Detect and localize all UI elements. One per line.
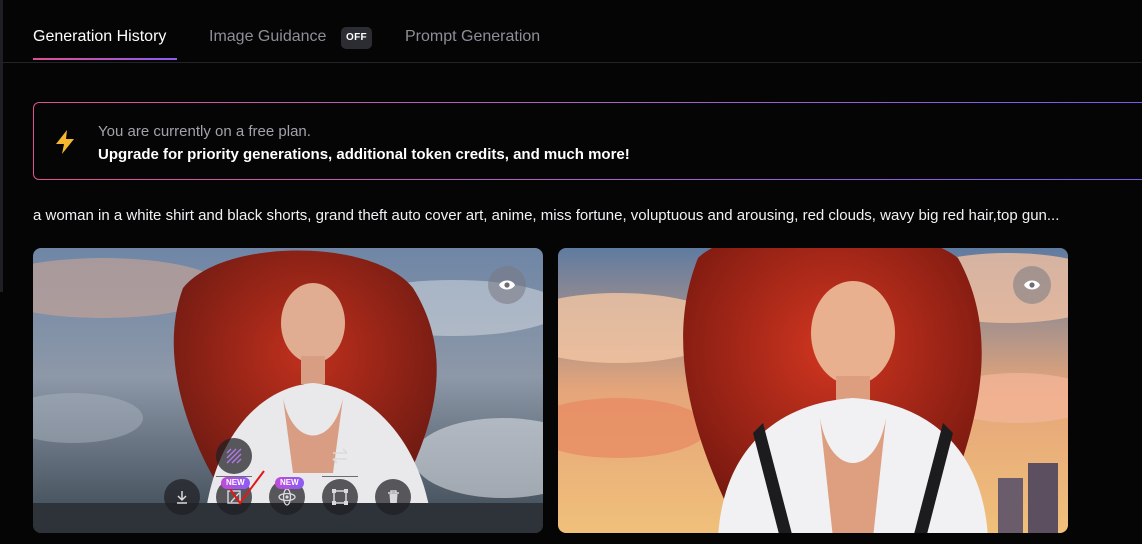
toolbar-divider-2 [322,476,358,477]
tab-bar: Generation History Image Guidance OFF Pr… [0,0,1142,63]
tab-image-guidance[interactable]: Image Guidance [209,28,326,46]
download-icon [177,491,187,504]
tab-generation-history[interactable]: Generation History [33,28,166,46]
view-image-button[interactable] [1013,266,1051,304]
eye-icon [1024,280,1040,290]
generated-image-2 [558,248,1068,533]
upgrade-banner[interactable]: You are currently on a free plan. Upgrad… [33,102,1142,180]
generated-image-card-2[interactable] [558,248,1068,533]
eye-icon [499,280,515,290]
remove-background-icon [226,448,242,464]
plan-status-text: You are currently on a free plan. [98,123,311,140]
delete-icon [387,490,399,503]
motion-icon [278,488,296,506]
download-button[interactable] [164,479,200,515]
generation-prompt: a woman in a white shirt and black short… [33,207,1060,224]
new-badge-motion: NEW [275,477,304,489]
lightning-bolt-icon [56,130,74,154]
generated-image-card-1[interactable]: NEW NEW [33,248,543,533]
tab-prompt-generation[interactable]: Prompt Generation [405,28,540,46]
view-image-button[interactable] [488,266,526,304]
crop-button[interactable] [322,479,358,515]
new-badge-canvas: NEW [221,477,250,489]
flip-icon [332,448,348,464]
upgrade-message: Upgrade for priority generations, additi… [98,146,630,163]
image-guidance-status-badge: OFF [341,27,372,49]
active-tab-underline [33,58,177,60]
crop-icon [332,489,348,505]
flip-button[interactable] [322,438,358,474]
delete-button[interactable] [375,479,411,515]
